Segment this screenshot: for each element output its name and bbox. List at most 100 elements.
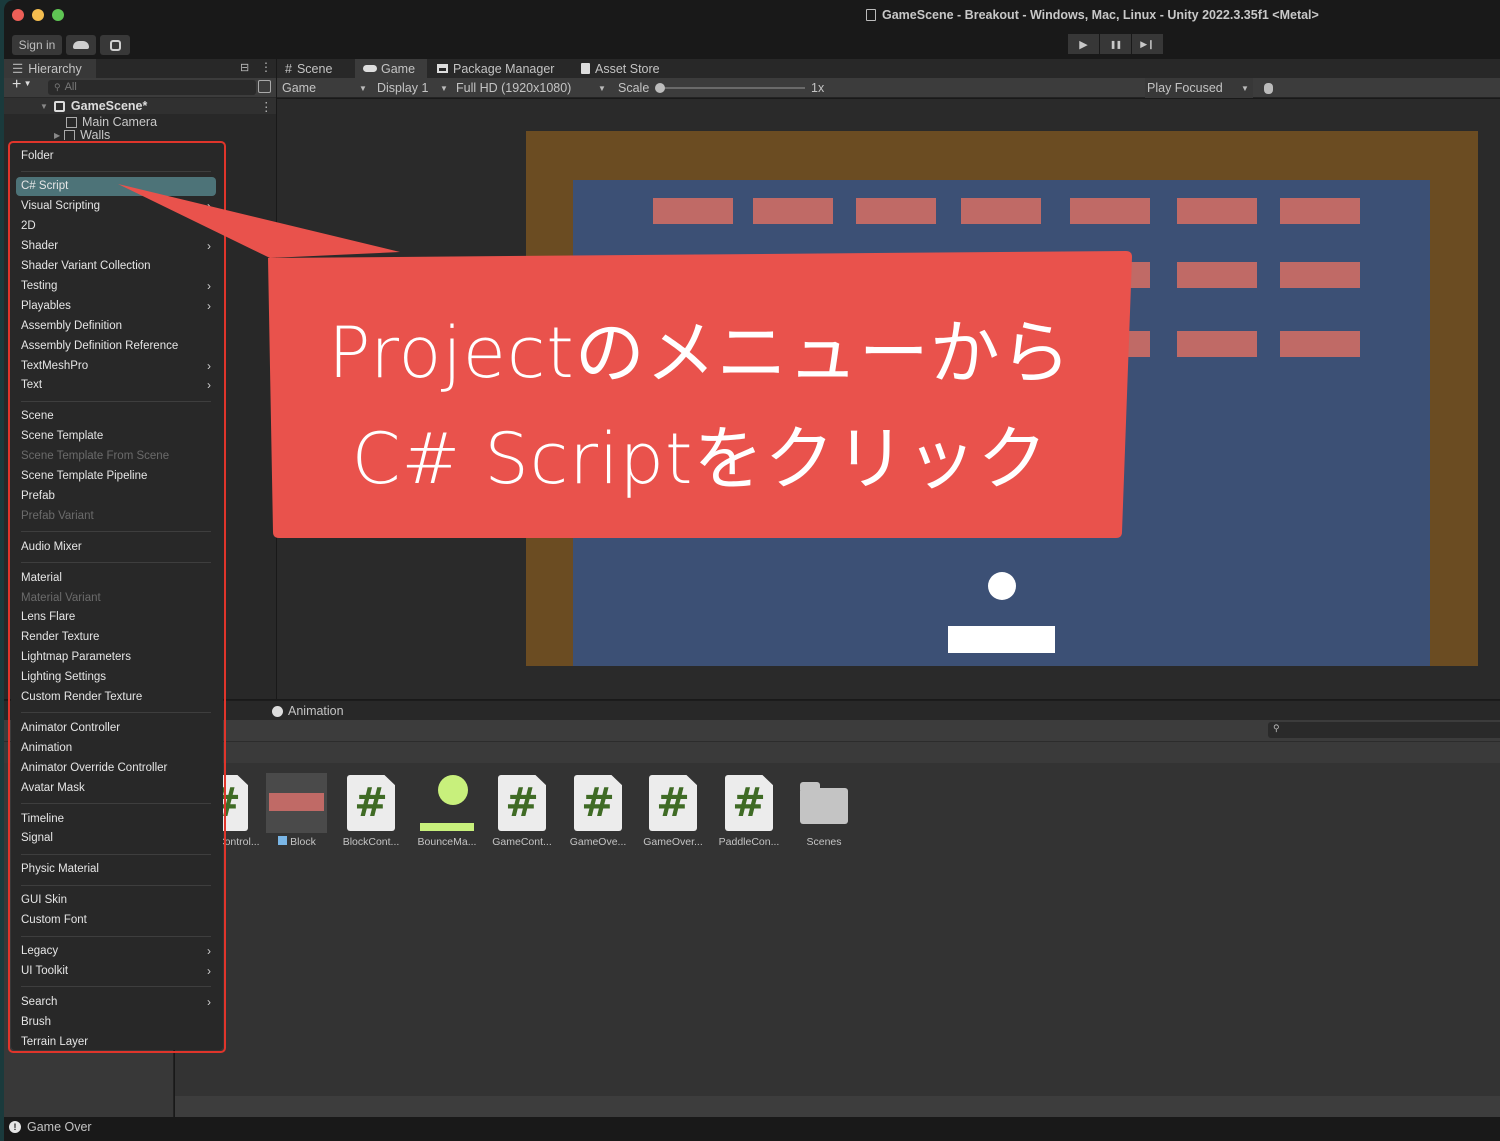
collab-button[interactable] (100, 35, 130, 55)
hierarchy-tab-label: Hierarchy (28, 61, 82, 76)
project-search-input[interactable]: ⚲ (1268, 722, 1500, 738)
project-toolbar: ⚲ (4, 720, 1500, 741)
warning-icon: ! (9, 1121, 21, 1133)
hierarchy-item[interactable]: Main Camera (4, 114, 276, 130)
scene-row[interactable]: ▼ GameScene* ⋮ (4, 98, 276, 114)
window-title: GameScene - Breakout - Windows, Mac, Lin… (866, 8, 1319, 22)
asset-label[interactable]: BlockCont... (331, 836, 411, 848)
hierarchy-item-label: Main Camera (82, 115, 158, 129)
add-object-button[interactable]: + ▼ (12, 76, 31, 94)
brick-preview (269, 793, 324, 811)
brick (856, 262, 936, 288)
tab-label: Scene (296, 61, 333, 76)
sign-in-button[interactable]: Sign in (12, 35, 62, 55)
asset-label[interactable]: PaddleCon... (709, 836, 789, 848)
hierarchy-search-input[interactable]: ⚲ All (48, 80, 256, 95)
tab-game[interactable]: Game (355, 59, 427, 78)
shopping-bag-icon (581, 63, 590, 74)
folder-body (800, 788, 848, 824)
status-bar[interactable]: ! Game Over (4, 1117, 1500, 1137)
bug-icon (1263, 82, 1273, 94)
asset-label[interactable]: GameOver... (633, 836, 713, 848)
scene-visibility-icon[interactable] (258, 80, 271, 93)
menu-highlight-outline (8, 141, 226, 1053)
debug-button[interactable] (1257, 78, 1279, 98)
play-button[interactable]: ▶ (1068, 34, 1099, 54)
callout-text: Projectのメニューから C# Scriptをクリック (275, 300, 1125, 512)
brick (653, 262, 733, 288)
tab-label: Package Manager (453, 61, 555, 76)
display-value: Display 1 (377, 81, 429, 95)
scene-hash-icon: # (285, 61, 292, 76)
brick (856, 198, 936, 224)
search-placeholder: All (64, 81, 77, 93)
tab-asset-store[interactable]: Asset Store (573, 59, 668, 78)
view-mode-value: Game (282, 81, 317, 95)
cloud-button[interactable] (66, 35, 96, 55)
script-asset-icon[interactable]: # (649, 775, 697, 831)
expand-arrow-icon[interactable]: ▼ (40, 102, 48, 111)
brick (1070, 198, 1150, 224)
add-label: + (12, 76, 22, 93)
callout-line-2: C# Scriptをクリック (351, 418, 1049, 500)
scale-slider-handle[interactable] (655, 83, 665, 93)
pause-icon: ❚❚ (1109, 39, 1122, 49)
prefab-asset-thumbnail[interactable] (266, 773, 327, 833)
scene-name: GameScene* (70, 99, 148, 113)
asset-label[interactable]: Scenes (784, 836, 864, 848)
unity-scene-icon (53, 100, 65, 112)
expand-arrow-icon[interactable]: ▶ (54, 131, 60, 140)
script-asset-icon[interactable]: # (725, 775, 773, 831)
asset-label[interactable]: BounceMa... (407, 836, 487, 848)
scale-slider[interactable] (655, 83, 805, 93)
zoom-window-button[interactable] (52, 9, 64, 21)
lock-icon[interactable]: ⊟ (240, 61, 249, 74)
minimize-window-button[interactable] (32, 9, 44, 21)
script-asset-icon[interactable]: # (347, 775, 395, 831)
play-mode-value: Play Focused (1147, 81, 1223, 95)
collab-icon (109, 39, 121, 51)
resolution-dropdown[interactable]: Full HD (1920x1080) ▼ (456, 78, 606, 98)
game-ball (988, 572, 1016, 600)
tab-scene[interactable]: # Scene (277, 59, 340, 78)
unity-scene-file-icon (866, 9, 876, 21)
folder-icon[interactable] (800, 782, 848, 824)
scale-label: Scale (618, 78, 649, 98)
script-asset-icon[interactable]: # (574, 775, 622, 831)
step-button[interactable]: ▶❙ (1132, 34, 1163, 54)
tab-label: Game (381, 61, 416, 76)
package-icon (437, 64, 448, 73)
pause-button[interactable]: ❚❚ (1100, 34, 1131, 54)
brick (753, 198, 833, 224)
tab-animation[interactable]: Animation (272, 701, 344, 721)
asset-label[interactable]: GameCont... (482, 836, 562, 848)
play-mode-dropdown[interactable]: Play Focused ▼ (1145, 78, 1253, 98)
scene-options-icon[interactable]: ⋮ (260, 99, 273, 114)
asset-label[interactable]: Block (257, 836, 337, 848)
view-mode-dropdown[interactable]: Game ▼ (282, 78, 367, 98)
hierarchy-item[interactable]: ▶ Walls (4, 130, 276, 140)
list-icon: ☰ (12, 62, 24, 76)
brick (1177, 198, 1257, 224)
scale-value-text: 1x (811, 81, 825, 95)
brick (1280, 198, 1360, 224)
hierarchy-item-label: Walls (80, 130, 111, 140)
close-window-button[interactable] (12, 9, 24, 21)
playback-controls: ▶ ❚❚ ▶❙ (1068, 34, 1164, 54)
physics-material-icon[interactable] (420, 775, 474, 831)
more-options-icon[interactable]: ⋮ (260, 60, 272, 74)
callout-line-1: Projectのメニューから (328, 312, 1072, 394)
game-paddle (948, 626, 1055, 653)
display-dropdown[interactable]: Display 1 ▼ (377, 78, 449, 98)
brick (1177, 331, 1257, 357)
tab-label: Animation (288, 704, 344, 718)
gamepad-icon (363, 65, 377, 72)
clock-icon (272, 705, 283, 717)
script-asset-icon[interactable]: # (498, 775, 546, 831)
brick (1177, 262, 1257, 288)
tab-package-manager[interactable]: Package Manager (429, 59, 562, 78)
view-tabs: # Scene Game Package Manager Asset Store (277, 59, 1500, 78)
bottom-panel-tabs: Animator Animation (4, 700, 1500, 720)
asset-label[interactable]: GameOve... (558, 836, 638, 848)
resolution-value: Full HD (1920x1080) (456, 81, 572, 95)
